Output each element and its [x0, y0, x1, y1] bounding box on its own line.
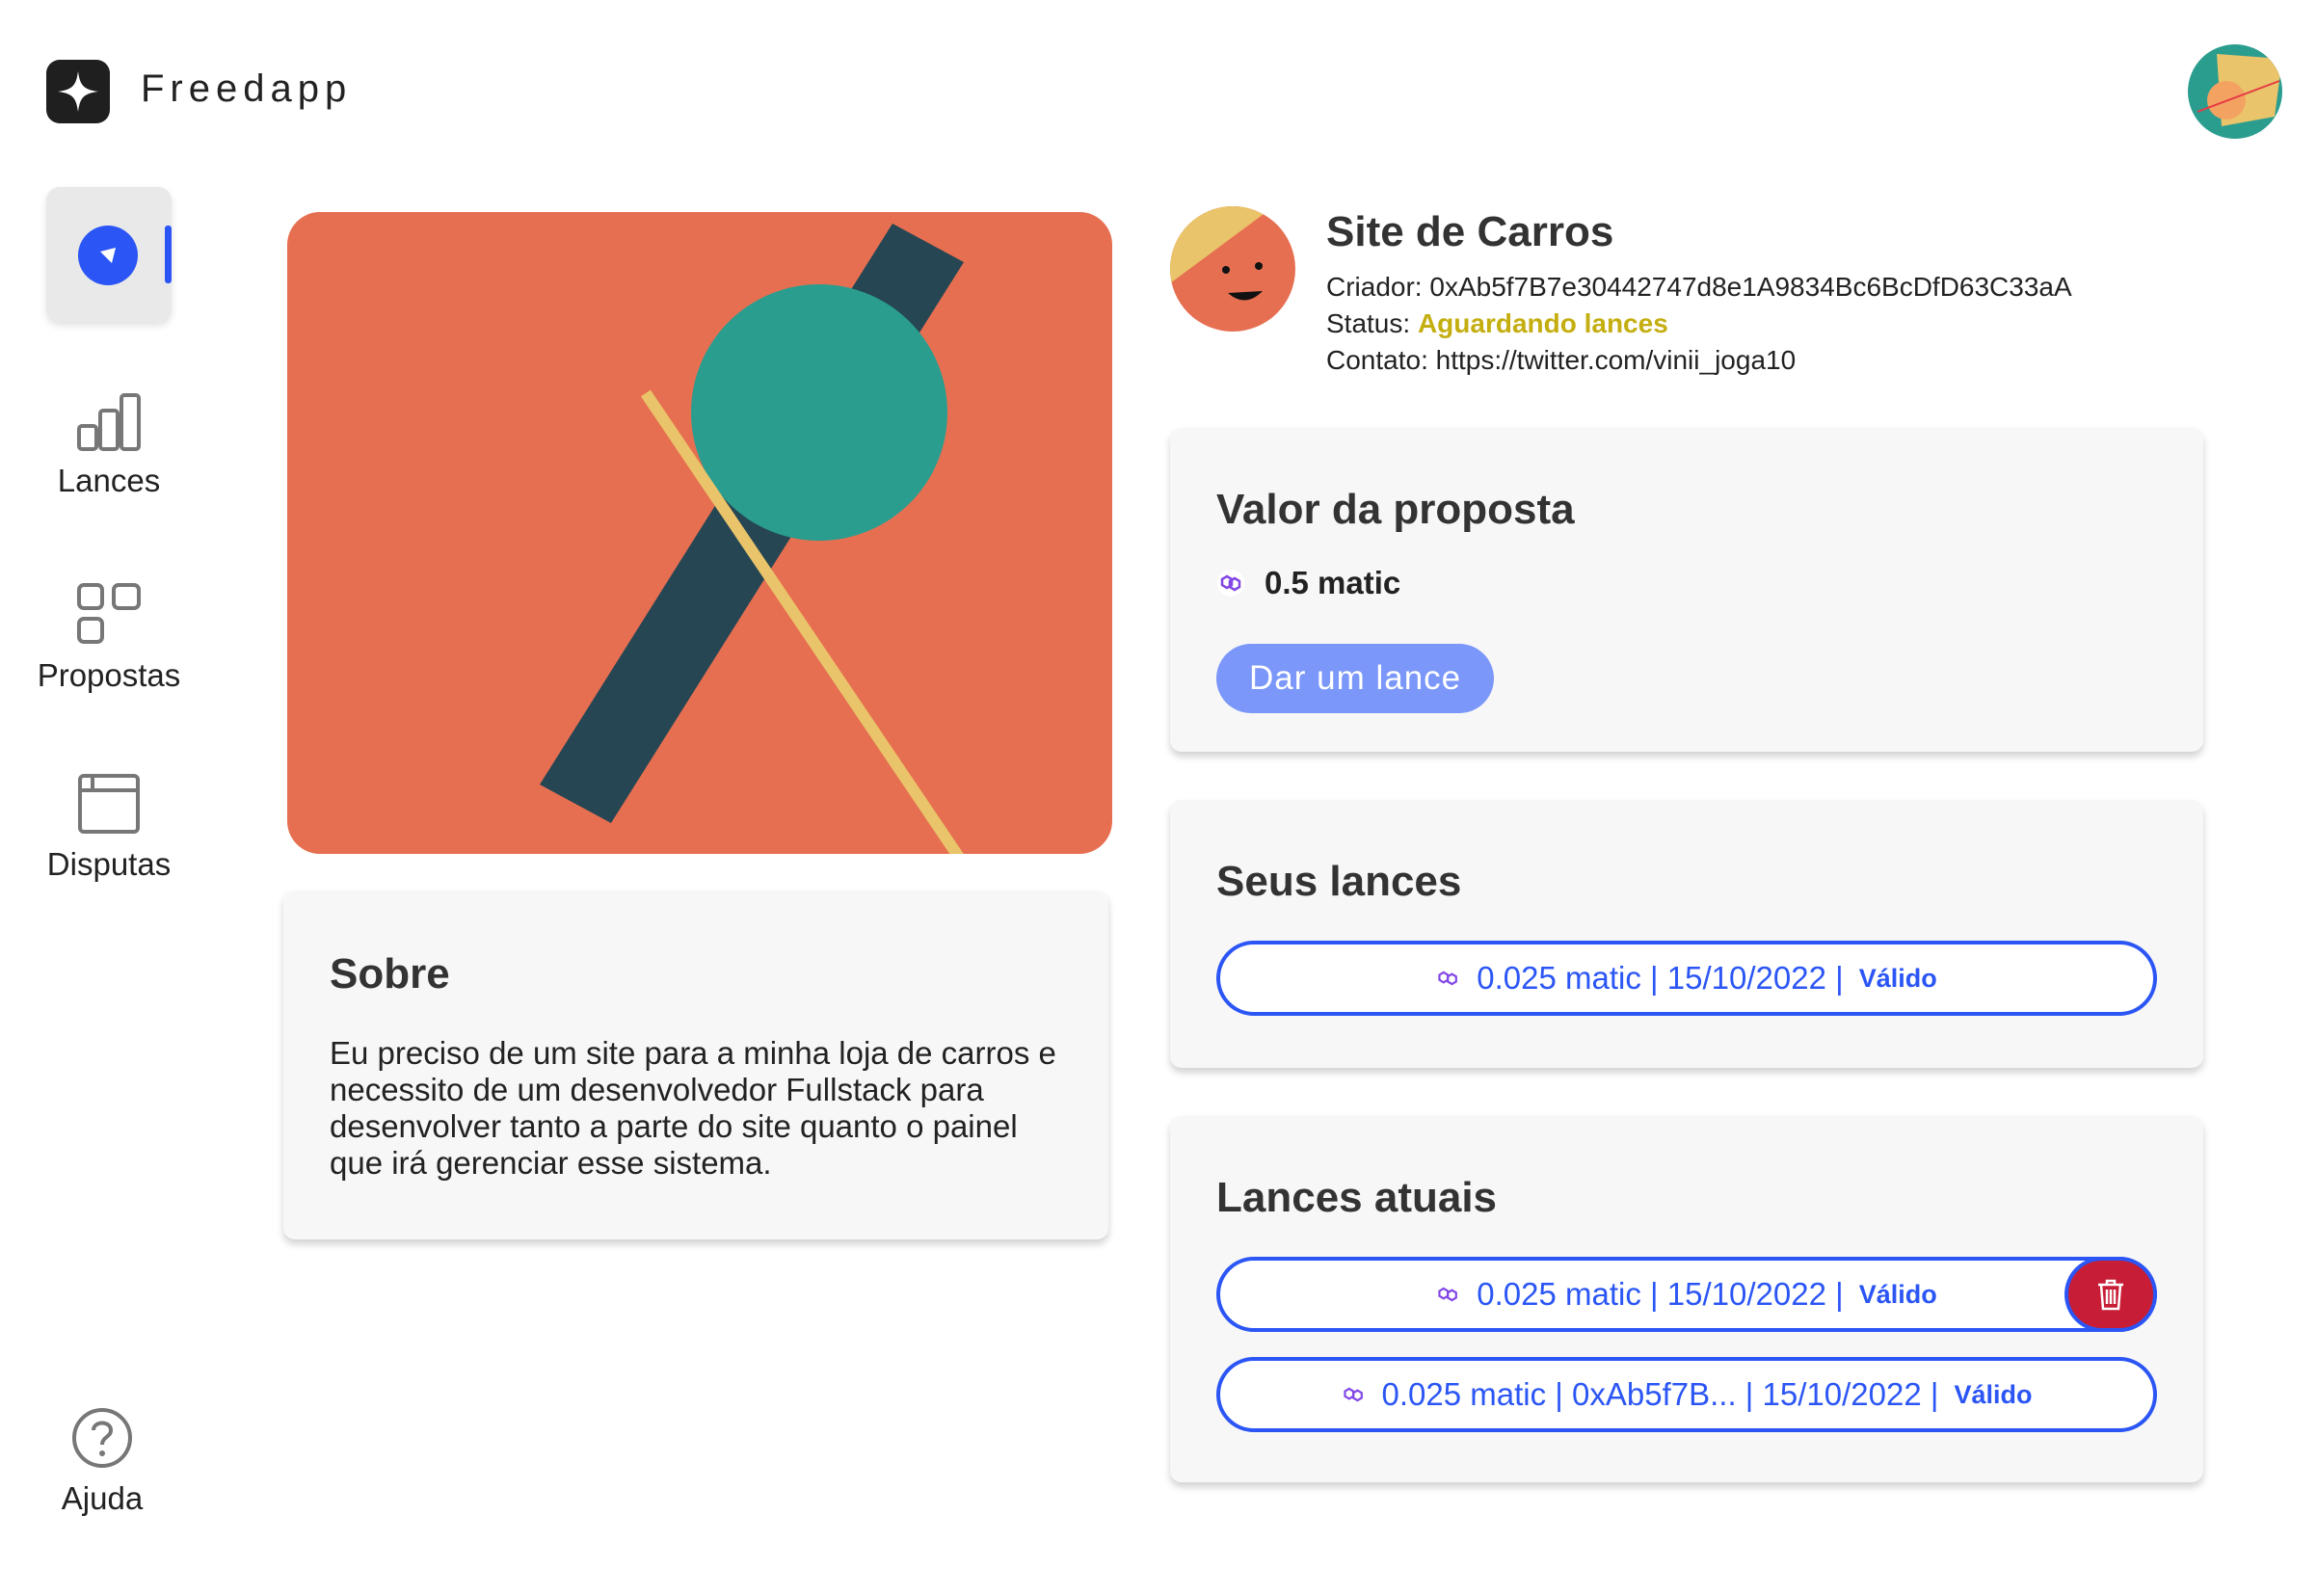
current-bids-title: Lances atuais	[1216, 1174, 1498, 1221]
window-icon	[78, 774, 140, 834]
status-badge: Aguardando lances	[1417, 308, 1668, 338]
bid-status: Válido	[1954, 1379, 2033, 1409]
bid-item[interactable]: 0.025 matic | 15/10/2022 | Válido	[1216, 1257, 2157, 1332]
sidebar-item-lances[interactable]: Lances	[0, 393, 218, 499]
brand-name: Freedapp	[141, 67, 353, 110]
about-title: Sobre	[330, 950, 450, 998]
sidebar-item-explore[interactable]	[46, 187, 172, 322]
sidebar-item-label: Lances	[57, 463, 161, 498]
polygon-matic-icon	[1438, 971, 1458, 986]
help-label: Ajuda	[61, 1480, 144, 1516]
bid-item[interactable]: 0.025 matic | 15/10/2022 | Válido	[1216, 941, 2157, 1016]
help-button[interactable]: Ajuda	[0, 1407, 204, 1517]
sidebar-item-label: Disputas	[46, 846, 172, 882]
creator-avatar	[1170, 206, 1295, 332]
proposal-card: Valor da proposta 0.5 matic Dar um lance	[1170, 428, 2203, 752]
sparkle-icon	[58, 71, 98, 112]
polygon-matic-icon	[1438, 1287, 1458, 1302]
proposal-value: 0.5 matic	[1216, 565, 2157, 601]
delete-bid-button[interactable]	[2064, 1257, 2157, 1332]
bid-status: Válido	[1858, 1279, 1937, 1309]
compass-icon	[78, 226, 138, 285]
sidebar-item-propostas[interactable]: Propostas	[0, 582, 218, 694]
app-logo[interactable]	[46, 60, 110, 123]
grid-icon	[77, 583, 141, 644]
place-bid-button[interactable]: Dar um lance	[1216, 644, 1495, 713]
about-card: Sobre Eu preciso de um site para a minha…	[283, 891, 1108, 1239]
bid-item[interactable]: 0.025 matic | 0xAb5f7B... | 15/10/2022 |…	[1216, 1357, 2157, 1432]
sidebar-item-label: Propostas	[37, 657, 181, 693]
current-bids-card: Lances atuais 0.025 matic | 15/10/2022 |…	[1170, 1116, 2203, 1482]
project-title: Site de Carros	[1326, 208, 1614, 255]
project-image	[287, 212, 1112, 854]
sidebar-item-disputas[interactable]: Disputas	[0, 773, 218, 883]
polygon-matic-icon	[1343, 1387, 1363, 1402]
about-text: Eu preciso de um site para a minha loja …	[330, 1035, 1056, 1181]
contact-link[interactable]: https://twitter.com/vinii_joga10	[1436, 345, 1797, 375]
user-avatar[interactable]	[2188, 44, 2282, 139]
active-indicator	[165, 226, 172, 283]
proposal-title: Valor da proposta	[1216, 486, 1575, 533]
bid-status: Válido	[1858, 963, 1937, 993]
bar-chart-icon	[77, 393, 141, 451]
status-line: Status: Aguardando lances	[1326, 308, 1668, 338]
contact-line: Contato: https://twitter.com/vinii_joga1…	[1326, 345, 1797, 375]
my-bids-title: Seus lances	[1216, 858, 1462, 905]
trash-icon	[2098, 1279, 2123, 1311]
creator-line: Criador: 0xAb5f7B7e30442747d8e1A9834Bc6B…	[1326, 272, 2072, 302]
my-bids-card: Seus lances 0.025 matic | 15/10/2022 | V…	[1170, 800, 2203, 1068]
question-circle-icon	[72, 1408, 132, 1468]
creator-address: 0xAb5f7B7e30442747d8e1A9834Bc6BcDfD63C33…	[1429, 272, 2072, 302]
polygon-matic-icon	[1217, 570, 1244, 597]
